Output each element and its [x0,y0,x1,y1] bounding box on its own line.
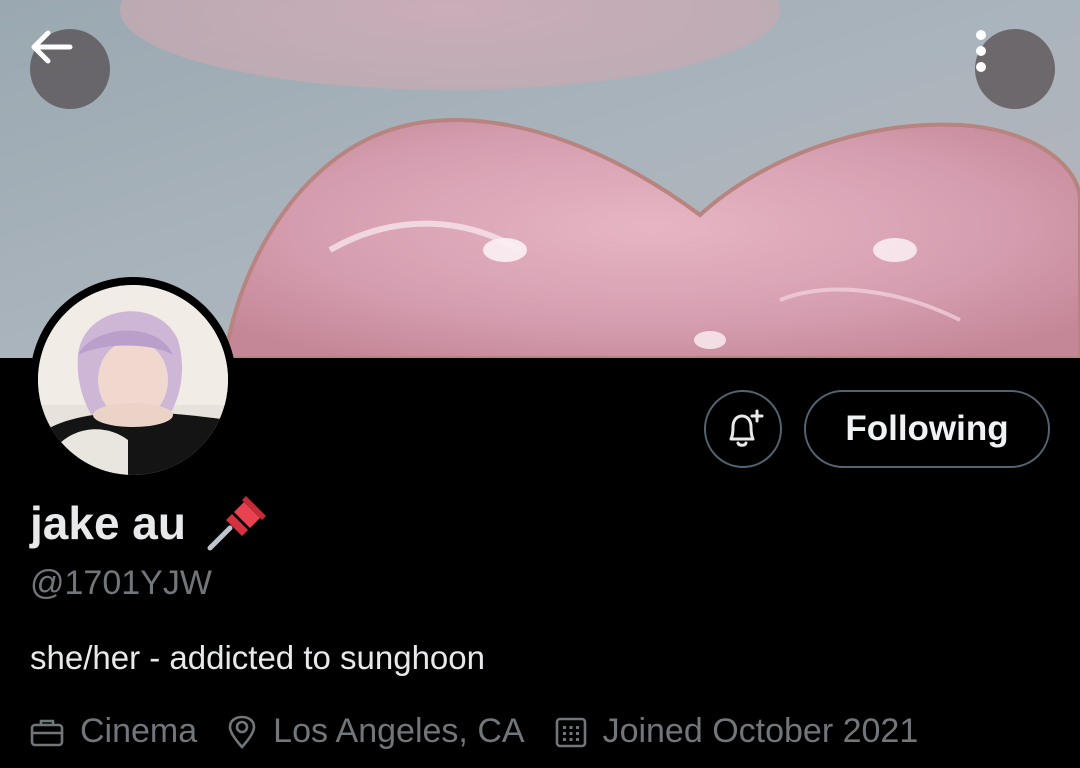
calendar-icon [555,717,586,747]
bio: she/her - addicted to sunghoon [30,639,485,676]
location-item: Los Angeles, CA [227,712,525,751]
location-pin-icon [228,715,256,749]
notifications-button[interactable] [704,390,782,468]
pushpin-icon [204,494,268,552]
arrow-left-icon [31,30,73,64]
back-button[interactable] [30,29,110,109]
following-button[interactable]: Following [804,390,1050,468]
profile-page: Following jake au @1701YJW she/her - add… [0,0,1080,768]
joined-label: Joined October 2021 [602,712,919,750]
avatar[interactable] [30,277,236,483]
joined-item: Joined October 2021 [555,712,919,751]
more-button[interactable] [975,29,1055,109]
category-item: Cinema [30,712,197,751]
name-row: jake au [30,494,268,552]
category-label: Cinema [80,712,198,750]
briefcase-icon [30,719,64,746]
profile-meta: Cinema Los Angeles, CA Joined October 20… [30,712,918,751]
more-vertical-icon [976,30,986,72]
user-handle: @1701YJW [30,564,212,602]
avatar-image [38,285,228,475]
display-name: jake au [30,497,186,549]
location-label: Los Angeles, CA [273,712,525,750]
bell-plus-icon [729,409,764,447]
